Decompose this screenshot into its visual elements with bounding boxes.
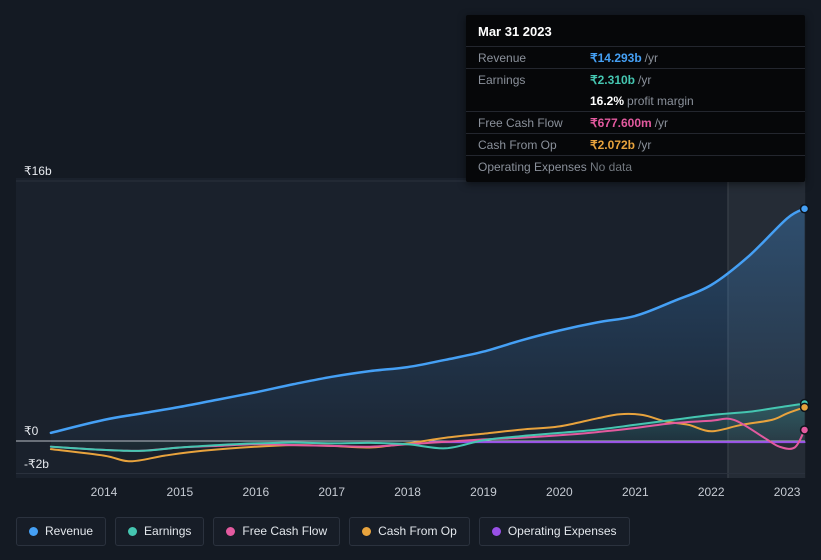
tooltip-row-earnings: Earnings ₹2.310b /yr — [466, 68, 805, 90]
x-axis-label-2022: 2022 — [697, 485, 725, 499]
tooltip-row-value: 16.2% — [590, 94, 625, 108]
x-axis-label-2017: 2017 — [318, 485, 346, 499]
tooltip-row-label: Revenue — [478, 51, 527, 65]
y-axis-label--0: ₹0 — [24, 424, 39, 438]
area-fill-revenue — [50, 208, 805, 441]
x-axis-label-2018: 2018 — [394, 485, 421, 499]
tooltip-row-free-cash-flow: Free Cash Flow ₹677.600m /yr — [466, 111, 805, 133]
series-marker-cash-from-op — [799, 402, 810, 413]
legend-label-operating-expenses: Operating Expenses — [507, 524, 617, 538]
tooltip-row-profit-margin: 16.2% profit margin — [466, 90, 805, 111]
legend-label-revenue: Revenue — [45, 524, 94, 538]
legend-dot-cash-from-op — [362, 527, 372, 536]
x-axis-label-2021: 2021 — [621, 485, 649, 499]
tooltip-row-revenue: Revenue ₹14.293b /yr — [466, 46, 805, 68]
x-axis-label-2014: 2014 — [90, 485, 118, 499]
x-axis-label-2020: 2020 — [546, 485, 573, 499]
tooltip-row-suffix: /yr — [644, 51, 659, 65]
chart-legend: Revenue Earnings Free Cash Flow Cash From O… — [16, 517, 630, 546]
x-axis: 2014 2015 2016 2017 2018 2019 2020 2021 2022 2023 — [0, 485, 821, 501]
tooltip-row-label: Cash From Op — [478, 138, 557, 152]
tooltip-row-cash-from-op: Cash From Op ₹2.072b /yr — [466, 133, 805, 155]
legend-dot-earnings — [128, 527, 138, 536]
x-axis-label-2015: 2015 — [166, 485, 194, 499]
tooltip-row-value: ₹14.293b — [590, 51, 642, 65]
legend-item-cash-from-op[interactable]: Cash From Op — [349, 517, 470, 546]
tooltip-row-operating-expenses: Operating Expenses No data — [466, 155, 805, 177]
legend-dot-revenue — [29, 527, 38, 536]
x-axis-label-2016: 2016 — [242, 485, 270, 499]
legend-dot-free-cash-flow — [226, 527, 236, 536]
legend-item-earnings[interactable]: Earnings — [115, 517, 205, 546]
legend-item-operating-expenses[interactable]: Operating Expenses — [478, 517, 630, 546]
legend-dot-operating-expenses — [491, 527, 501, 536]
y-axis-label--16b: ₹16b — [24, 164, 52, 178]
tooltip-row-label: Free Cash Flow — [478, 116, 563, 130]
x-axis-label-2019: 2019 — [470, 485, 497, 499]
tooltip-row-suffix: /yr — [654, 116, 669, 130]
tooltip-rows: Revenue ₹14.293b /yr Earnings ₹2.310b /yr 16… — [466, 46, 805, 177]
chart-tooltip: Mar 31 2023 Revenue ₹14.293b /yr Earnings ₹… — [466, 15, 805, 182]
legend-label-free-cash-flow: Free Cash Flow — [242, 524, 328, 538]
legend-item-revenue[interactable]: Revenue — [16, 517, 107, 546]
legend-label-earnings: Earnings — [144, 524, 192, 538]
tooltip-row-value: No data — [590, 160, 633, 174]
tooltip-row-suffix: /yr — [638, 138, 652, 152]
tooltip-row-value: ₹2.072b — [590, 138, 635, 152]
tooltip-row-label: Earnings — [478, 73, 526, 87]
tooltip-row-suffix: profit margin — [627, 94, 694, 108]
tooltip-row-label: Operating Expenses — [478, 160, 587, 174]
tooltip-row-value: ₹2.310b — [590, 73, 635, 87]
legend-label-cash-from-op: Cash From Op — [378, 524, 457, 538]
series-marker-revenue — [799, 203, 810, 214]
legend-item-free-cash-flow[interactable]: Free Cash Flow — [213, 517, 341, 546]
tooltip-row-value: ₹677.600m — [590, 116, 652, 130]
y-axis-label--2b: -₹2b — [24, 456, 49, 471]
tooltip-row-suffix: /yr — [638, 73, 652, 87]
series-marker-free-cash-flow — [799, 425, 810, 435]
tooltip-date: Mar 31 2023 — [478, 24, 552, 39]
x-axis-label-2023: 2023 — [773, 485, 801, 499]
